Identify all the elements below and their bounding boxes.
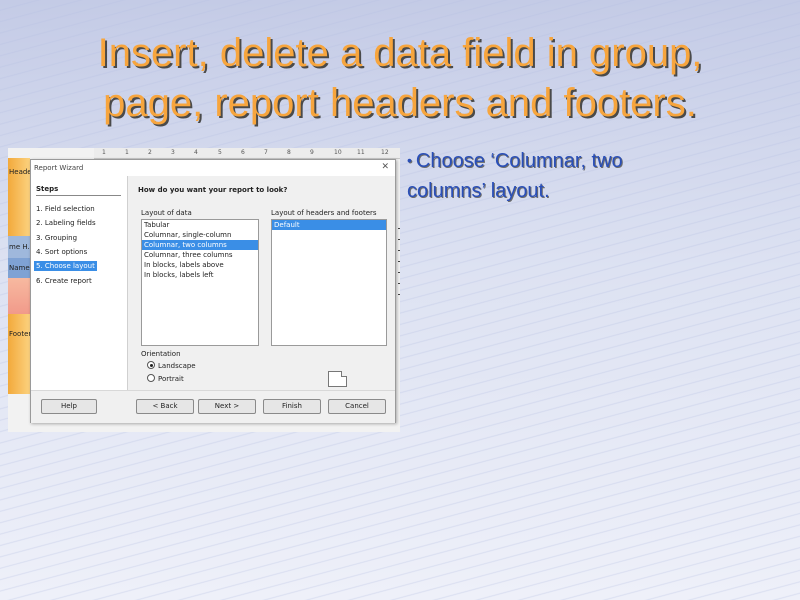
step-item[interactable]: 6. Create report: [36, 276, 92, 286]
editor-field-markers: [398, 228, 400, 318]
finish-button[interactable]: Finish: [263, 399, 321, 414]
list-item[interactable]: In blocks, labels above: [142, 260, 258, 270]
ruler-tick: 4: [194, 149, 198, 156]
list-item-selected[interactable]: Columnar, two columns: [142, 240, 258, 250]
steps-panel: Steps 1. Field selection 2. Labeling fie…: [31, 176, 128, 390]
orientation-label: Orientation: [141, 350, 181, 358]
layout-headers-list[interactable]: Default: [271, 219, 387, 346]
ruler-tick: 7: [264, 149, 268, 156]
ruler-tick: 8: [287, 149, 291, 156]
slide-title-line-1: Insert, delete a data field in group,: [97, 31, 703, 75]
portrait-radio[interactable]: Portrait: [147, 374, 184, 383]
section-band-label: Header: [9, 168, 30, 176]
step-item[interactable]: 4. Sort options: [36, 247, 87, 257]
section-band-page-header[interactable]: Header: [8, 158, 30, 236]
section-band-label: Footer: [9, 330, 30, 338]
section-band-label: me H...: [9, 243, 30, 251]
layout-question: How do you want your report to look?: [138, 186, 288, 194]
ruler-tick: 10: [334, 149, 342, 156]
section-band-label: Name ...: [9, 264, 30, 272]
section-band-page-footer[interactable]: Footer: [8, 314, 30, 394]
ruler-tick: 1: [125, 149, 129, 156]
steps-divider: [36, 195, 121, 196]
slide-title: Insert, delete a data field in group, pa…: [0, 28, 800, 128]
section-band-detail[interactable]: Name ...: [8, 258, 30, 278]
ruler-tick: 6: [241, 149, 245, 156]
ruler-tick: 5: [218, 149, 222, 156]
next-button[interactable]: Next >: [198, 399, 256, 414]
list-item[interactable]: In blocks, labels left: [142, 270, 258, 280]
ruler-tick: 1: [102, 149, 106, 156]
landscape-radio[interactable]: Landscape: [147, 361, 196, 370]
radio-label: Portrait: [158, 375, 184, 383]
step-item-selected[interactable]: 5. Choose layout: [34, 261, 97, 271]
orientation-preview-icon: [328, 371, 347, 387]
step-item[interactable]: 3. Grouping: [36, 233, 77, 243]
bullet-icon: •: [407, 152, 412, 168]
report-sections: Header me H... Name ... Footer: [8, 158, 30, 432]
layout-of-data-list[interactable]: Tabular Columnar, single-column Columnar…: [141, 219, 259, 346]
ruler: 1 1 2 3 4 5 6 7 8 9 10 11 12: [94, 148, 400, 159]
ruler-tick: 2: [148, 149, 152, 156]
radio-label: Landscape: [158, 362, 196, 370]
dialog-title: Report Wizard: [34, 164, 84, 172]
list-item[interactable]: Columnar, single-column: [142, 230, 258, 240]
radio-unchecked-icon: [147, 374, 155, 382]
step-item[interactable]: 1. Field selection: [36, 204, 95, 214]
steps-header: Steps: [36, 185, 59, 193]
radio-checked-icon: [147, 361, 155, 369]
bullet-text: Choose ‘Columnar, two columns’ layout.: [407, 150, 623, 202]
ruler-tick: 11: [357, 149, 365, 156]
list-item[interactable]: Columnar, three columns: [142, 250, 258, 260]
ruler-tick: 12: [381, 149, 389, 156]
section-band-group-footer[interactable]: [8, 278, 30, 314]
list-item[interactable]: Tabular: [142, 220, 258, 230]
layout-of-data-label: Layout of data: [141, 209, 192, 217]
background-watermark: [400, 240, 670, 350]
list-item-selected[interactable]: Default: [272, 220, 386, 230]
section-band-group-header[interactable]: me H...: [8, 236, 30, 258]
help-button[interactable]: Help: [41, 399, 97, 414]
step-item[interactable]: 2. Labeling fields: [36, 218, 96, 228]
layout-headers-label: Layout of headers and footers: [271, 209, 377, 217]
layout-panel: How do you want your report to look? Lay…: [128, 176, 395, 390]
close-icon[interactable]: ✕: [381, 162, 389, 172]
slide-title-line-2: page, report headers and footers.: [103, 81, 697, 125]
dialog-title-bar: Report Wizard ✕: [31, 160, 395, 176]
slide-bullet: • Choose ‘Columnar, two columns’ layout.: [407, 145, 697, 206]
report-wizard-dialog: Report Wizard ✕ Steps 1. Field selection…: [30, 159, 396, 423]
ruler-tick: 9: [310, 149, 314, 156]
dialog-button-bar: Help < Back Next > Finish Cancel: [31, 390, 395, 423]
ruler-tick: 3: [171, 149, 175, 156]
cancel-button[interactable]: Cancel: [328, 399, 386, 414]
back-button[interactable]: < Back: [136, 399, 194, 414]
